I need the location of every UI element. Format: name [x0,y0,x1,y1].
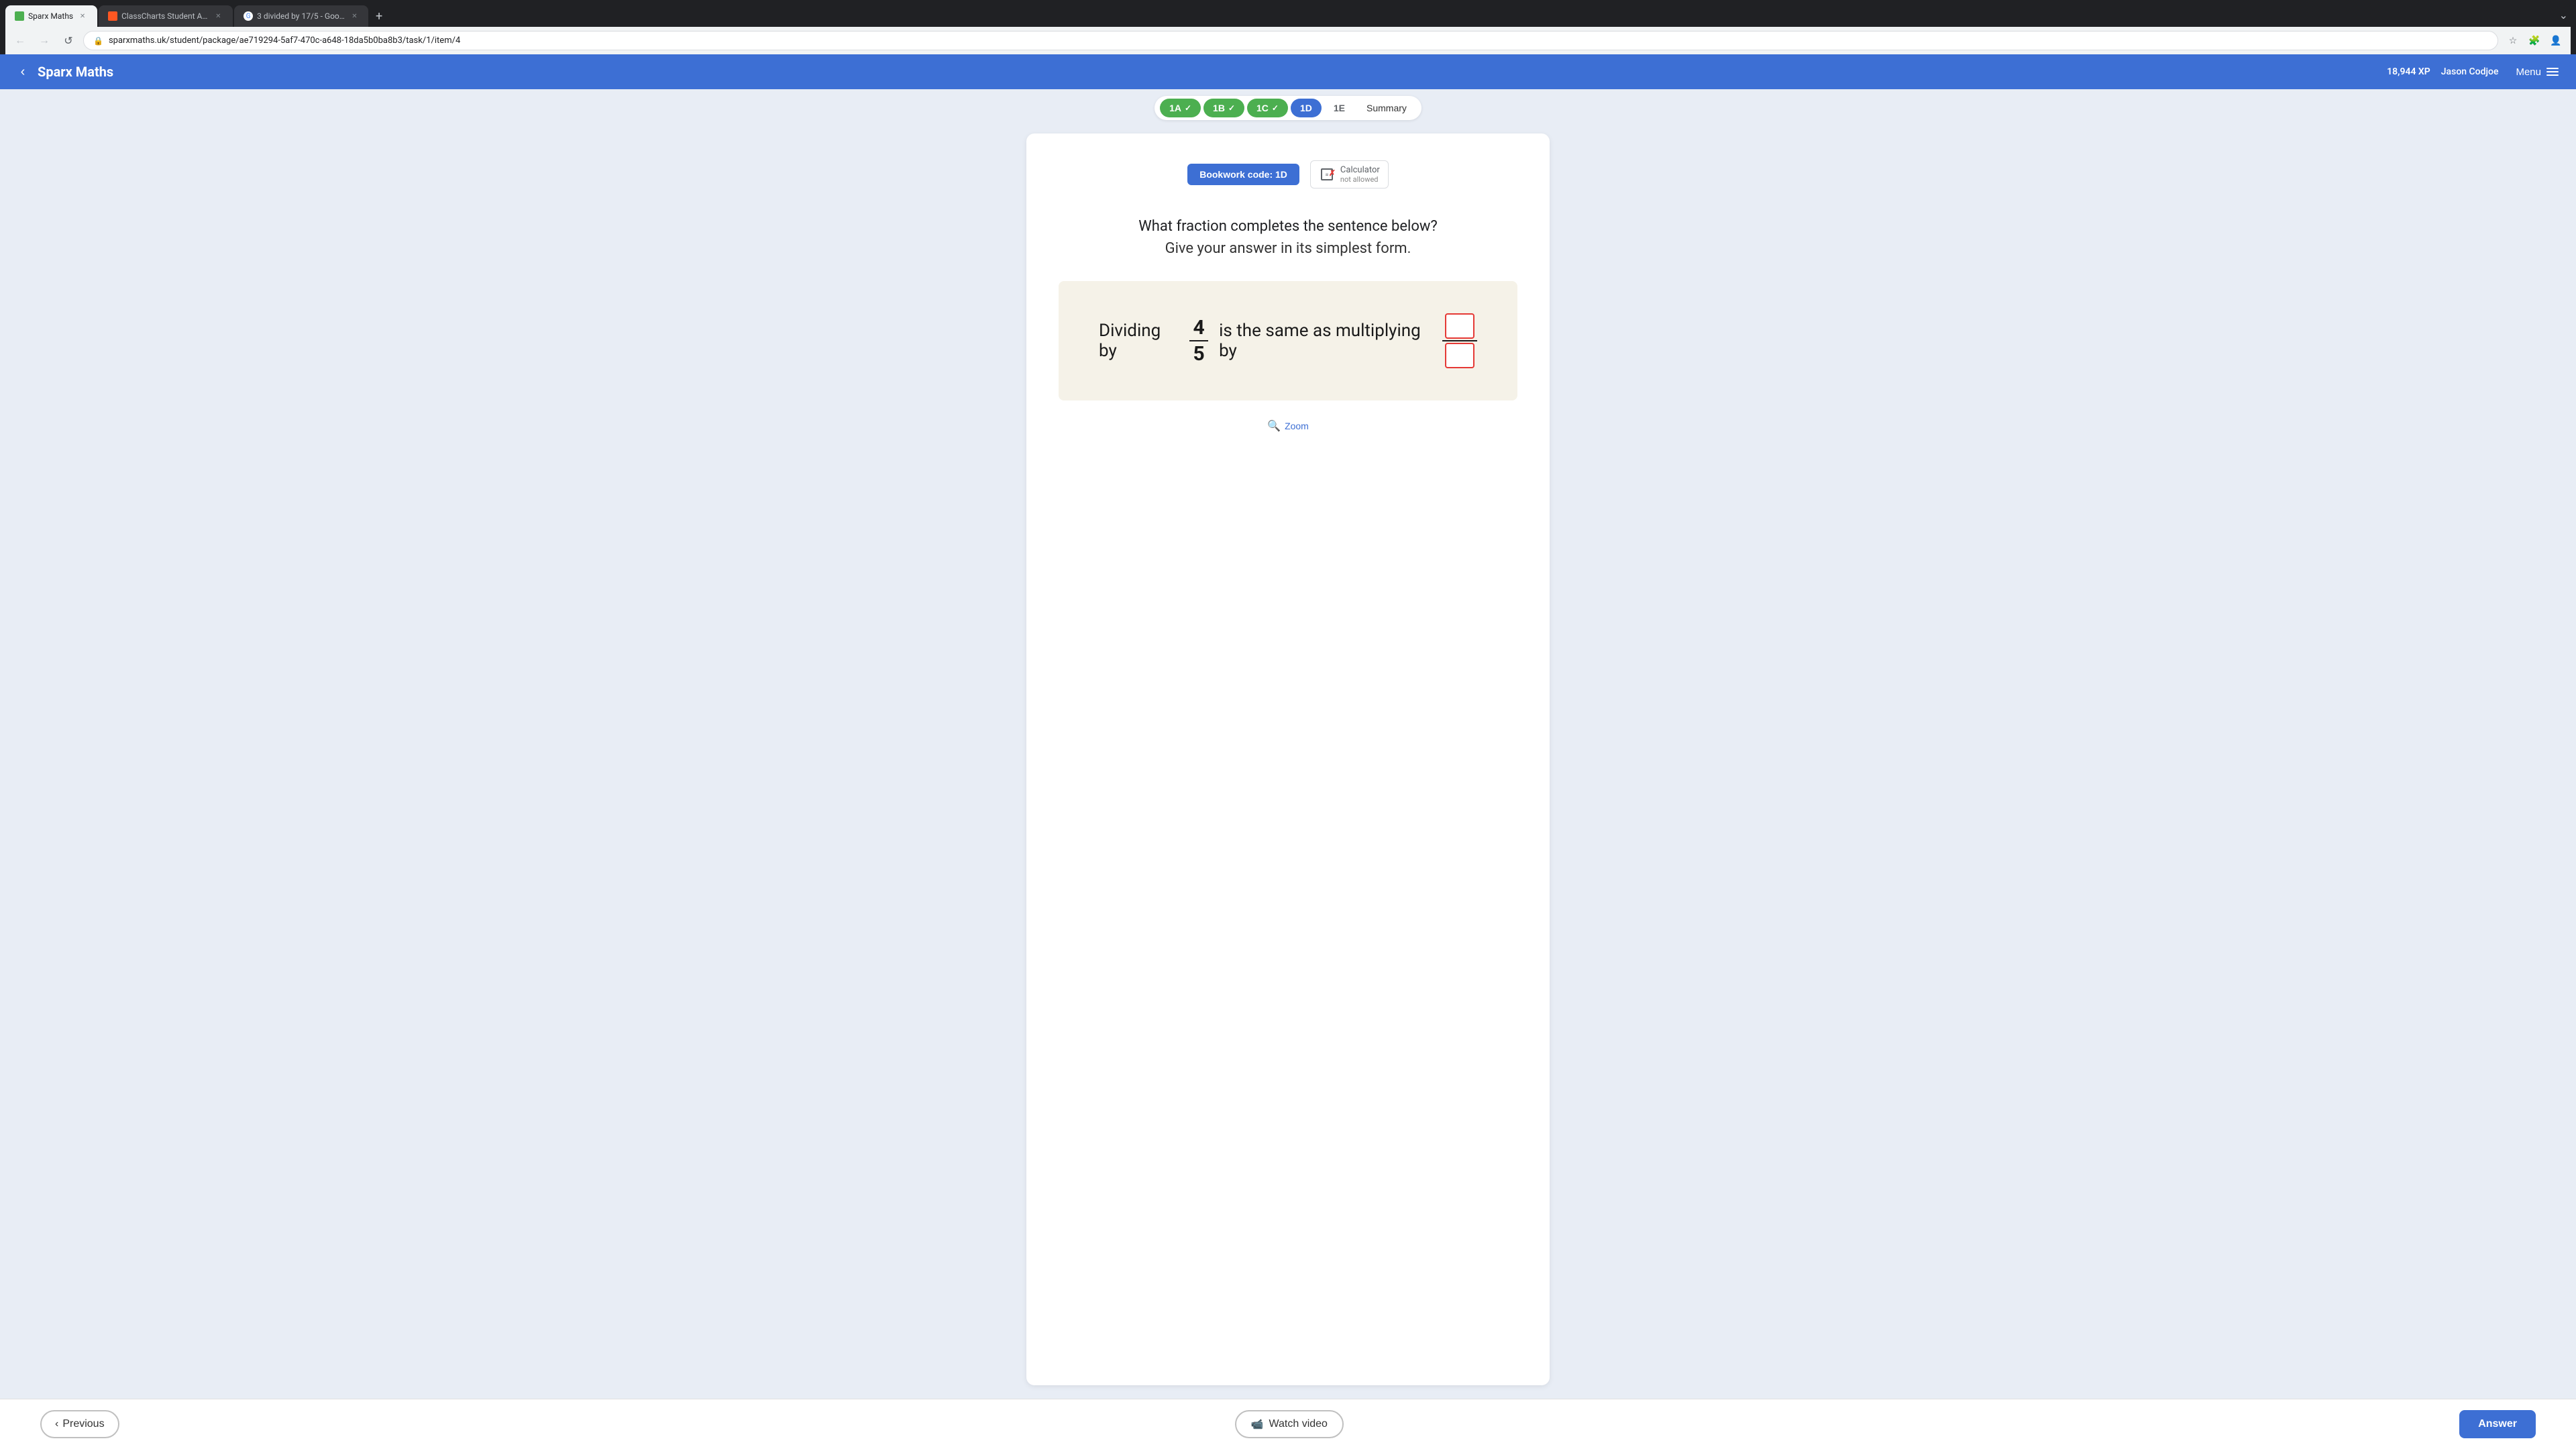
google-favicon: G [244,11,253,21]
calculator-x-overlay: ✗ [1329,168,1336,178]
calculator-label: Calculator [1340,165,1380,175]
tab-1A[interactable]: 1A ✓ [1160,99,1201,117]
bottom-nav: ‹ Previous 📹 Watch video Answer [0,1399,2576,1449]
watch-video-label: Watch video [1269,1418,1328,1430]
bookwork-code-button[interactable]: Bookwork code: 1D [1187,164,1299,185]
app-back-button[interactable]: ‹ [11,60,35,84]
zoom-icon: 🔍 [1267,419,1281,433]
app-logo: Sparx Maths [38,64,113,80]
tab-1C-check-icon: ✓ [1272,103,1279,113]
answer-label: Answer [2478,1418,2517,1430]
tab-google-close[interactable]: ✕ [350,11,359,21]
video-camera-icon: 📹 [1251,1418,1264,1430]
tab-1A-label: 1A [1169,103,1181,113]
hamburger-line-2 [2546,71,2559,72]
tab-1B-label: 1B [1213,103,1225,113]
math-sentence: Dividing by 4 5 is the same as multiplyi… [1099,313,1477,368]
username: Jason Codjoe [2441,66,2499,77]
classcharts-favicon [108,11,117,21]
hamburger-icon [2546,68,2559,76]
reload-nav-button[interactable]: ↺ [59,32,78,50]
question-text: What fraction completes the sentence bel… [1059,215,1517,260]
calculator-icon: ≡ ✗ [1319,166,1335,182]
address-bar-row: ← → ↺ 🔒 sparxmaths.uk/student/package/ae… [5,27,2571,54]
previous-button[interactable]: ‹ Previous [40,1410,119,1438]
calculator-icon-inner: ≡ ✗ [1321,168,1333,180]
tab-bar: Sparx Maths ✕ ClassCharts Student App ✕ … [5,5,2571,27]
previous-chevron-icon: ‹ [55,1418,58,1430]
fraction-numerator: 4 [1193,317,1204,340]
tab-1A-check-icon: ✓ [1185,103,1191,113]
tab-sparx[interactable]: Sparx Maths ✕ [5,5,97,27]
address-lock-icon: 🔒 [93,36,103,46]
numerator-input-box[interactable] [1445,313,1474,339]
hamburger-line-1 [2546,68,2559,69]
menu-button[interactable]: Menu [2509,62,2565,82]
app-header: ‹ Sparx Maths 18,944 XP Jason Codjoe Men… [0,54,2576,89]
tab-1B-check-icon: ✓ [1228,103,1235,113]
header-right: 18,944 XP Jason Codjoe Menu [2387,62,2565,82]
forward-nav-button[interactable]: → [35,32,54,50]
address-actions: ☆ 🧩 👤 [2504,32,2565,50]
tab-classcharts[interactable]: ClassCharts Student App ✕ [99,5,233,27]
tab-sparx-title: Sparx Maths [28,11,73,21]
tab-1C[interactable]: 1C ✓ [1247,99,1288,117]
task-tabs: 1A ✓ 1B ✓ 1C ✓ 1D 1E Summary [1155,96,1421,120]
calculator-status: not allowed [1340,175,1380,184]
tab-google-title: 3 divided by 17/5 - Google S... [257,11,346,21]
question-card: Bookwork code: 1D ≡ ✗ Calculator not all… [1026,133,1550,1385]
bookwork-code-label: Bookwork code: 1D [1199,169,1287,180]
profile-icon[interactable]: 👤 [2546,32,2565,50]
back-nav-button[interactable]: ← [11,32,30,50]
tab-summary[interactable]: Summary [1357,99,1416,117]
back-arrow-icon: ‹ [21,64,25,80]
math-box: Dividing by 4 5 is the same as multiplyi… [1059,281,1517,400]
denominator-input-box[interactable] [1445,343,1474,368]
tab-1E[interactable]: 1E [1324,99,1354,117]
tab-1D-label: 1D [1300,103,1312,113]
tab-1D[interactable]: 1D [1291,99,1322,117]
zoom-button[interactable]: 🔍 Zoom [1262,417,1314,435]
math-prefix: Dividing by [1099,321,1179,361]
tab-end-button[interactable]: ⌄ [2557,6,2571,24]
xp-badge: 18,944 XP [2387,66,2430,77]
tab-classcharts-close[interactable]: ✕ [213,11,224,21]
tab-1B[interactable]: 1B ✓ [1203,99,1244,117]
tab-end-space: ⌄ [390,6,2571,27]
calculator-text: Calculator not allowed [1340,165,1380,184]
extensions-icon[interactable]: 🧩 [2525,32,2544,50]
main-content: Bookwork code: 1D ≡ ✗ Calculator not all… [0,120,2576,1399]
browser-chrome: Sparx Maths ✕ ClassCharts Student App ✕ … [0,0,2576,54]
bookmark-icon[interactable]: ☆ [2504,32,2522,50]
tab-classcharts-title: ClassCharts Student App [121,11,209,21]
answer-button[interactable]: Answer [2459,1410,2536,1438]
fraction-display: 4 5 [1189,317,1208,365]
math-suffix: is the same as multiplying by [1219,321,1432,361]
address-text: sparxmaths.uk/student/package/ae719294-5… [109,36,2488,46]
zoom-label: Zoom [1285,421,1309,431]
menu-label: Menu [2516,66,2541,78]
tab-google[interactable]: G 3 divided by 17/5 - Google S... ✕ [234,5,368,27]
sparx-favicon [15,11,24,21]
bookwork-bar: Bookwork code: 1D ≡ ✗ Calculator not all… [1059,160,1517,189]
tab-1E-label: 1E [1334,103,1345,113]
fraction-denominator: 5 [1193,341,1204,365]
tab-1C-label: 1C [1256,103,1269,113]
fraction-input-divider [1442,340,1477,341]
hamburger-line-3 [2546,74,2559,76]
calculator-info: ≡ ✗ Calculator not allowed [1310,160,1389,189]
fraction-input [1442,313,1477,368]
previous-label: Previous [62,1418,104,1430]
tab-summary-label: Summary [1366,103,1407,113]
task-tabs-container: 1A ✓ 1B ✓ 1C ✓ 1D 1E Summary [0,89,2576,120]
watch-video-button[interactable]: 📹 Watch video [1235,1410,1344,1438]
tab-sparx-close[interactable]: ✕ [77,11,88,21]
question-line-2: Give your answer in its simplest form. [1059,237,1517,260]
question-line-1: What fraction completes the sentence bel… [1059,215,1517,237]
page-background: 1A ✓ 1B ✓ 1C ✓ 1D 1E Summary [0,89,2576,1449]
new-tab-button[interactable]: + [370,7,388,25]
address-input[interactable]: 🔒 sparxmaths.uk/student/package/ae719294… [83,31,2498,50]
